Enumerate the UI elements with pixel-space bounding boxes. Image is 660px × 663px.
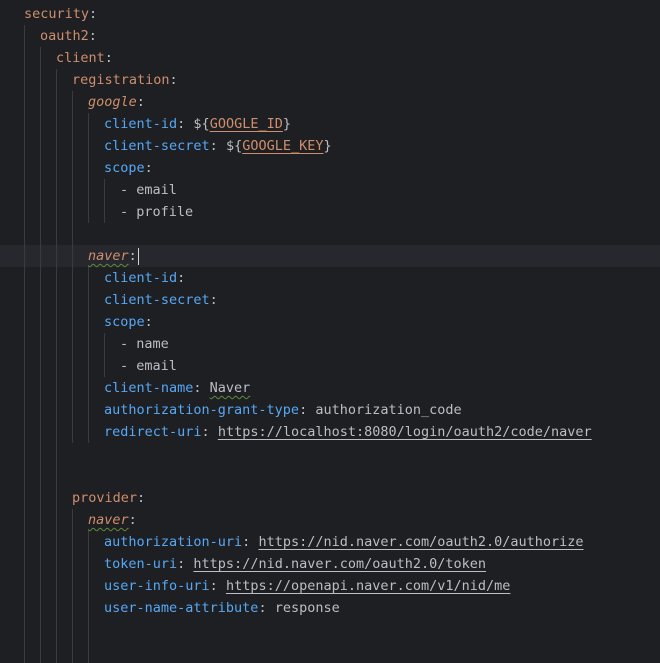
- env-var-google-id: GOOGLE_ID: [209, 116, 283, 132]
- authorization-uri-link[interactable]: https://nid.naver.com/oauth2.0/authorize: [258, 534, 583, 550]
- yaml-line-security: security:: [24, 6, 98, 22]
- indent-guide: [88, 531, 89, 663]
- yaml-line-naver-grant-type: authorization-grant-type: authorization_…: [104, 402, 462, 418]
- yaml-key-provider: provider: [72, 490, 138, 506]
- indent-guide: [24, 25, 25, 663]
- yaml-key-client: client: [56, 50, 105, 66]
- indent-guide: [72, 91, 73, 443]
- yaml-line-provider: provider:: [72, 490, 146, 506]
- yaml-line-naver-redirect-uri: redirect-uri: https://localhost:8080/log…: [104, 424, 592, 440]
- yaml-line-user-info-uri: user-info-uri: https://openapi.naver.com…: [104, 578, 511, 594]
- indent-guide: [88, 113, 89, 223]
- yaml-line-naver-client-name: client-name: Naver: [104, 380, 251, 396]
- yaml-line-user-name-attribute: user-name-attribute: response: [104, 600, 340, 616]
- client-name-value: Naver: [209, 380, 251, 396]
- yaml-key-oauth2: oauth2: [40, 28, 89, 44]
- token-uri-link[interactable]: https://nid.naver.com/oauth2.0/token: [193, 556, 486, 572]
- yaml-list-item: - profile: [120, 204, 194, 220]
- yaml-line-client: client:: [56, 50, 113, 66]
- user-info-uri-link[interactable]: https://openapi.naver.com/v1/nid/me: [226, 578, 510, 594]
- yaml-key-naver: naver: [88, 248, 129, 264]
- code-editor[interactable]: security: oauth2: client: registration: …: [0, 0, 660, 663]
- yaml-line-google: google:: [88, 94, 145, 110]
- yaml-key-security: security: [24, 6, 90, 22]
- indent-guide: [104, 333, 105, 377]
- yaml-line-google-client-secret: client-secret: ${GOOGLE_KEY}: [104, 138, 332, 154]
- env-var-google-key: GOOGLE_KEY: [242, 138, 324, 154]
- yaml-line-google-client-id: client-id: ${GOOGLE_ID}: [104, 116, 291, 132]
- yaml-key-google: google: [88, 94, 137, 110]
- yaml-key-scope: scope: [104, 160, 145, 176]
- yaml-list-item: - email: [120, 358, 177, 374]
- redirect-uri-link[interactable]: https://localhost:8080/login/oauth2/code…: [218, 424, 592, 440]
- yaml-list-item: - name: [120, 336, 169, 352]
- yaml-line-naver-client-id: client-id:: [104, 270, 186, 286]
- yaml-line-token-uri: token-uri: https://nid.naver.com/oauth2.…: [104, 556, 487, 572]
- indent-guide: [40, 47, 41, 663]
- yaml-key-client-secret: client-secret: [104, 138, 210, 154]
- indent-guide: [88, 267, 89, 443]
- indent-guide: [104, 179, 105, 223]
- indent-guide: [56, 69, 57, 663]
- yaml-line-naver: naver:: [88, 247, 139, 265]
- yaml-line-oauth2: oauth2:: [40, 28, 97, 44]
- yaml-list-item: - email: [120, 182, 177, 198]
- indent-guide: [72, 509, 73, 663]
- yaml-key-client-id: client-id: [104, 116, 178, 132]
- yaml-line-authorization-uri: authorization-uri: https://nid.naver.com…: [104, 534, 584, 550]
- yaml-key-registration: registration: [72, 72, 170, 88]
- yaml-line-naver-client-secret: client-secret:: [104, 292, 218, 308]
- yaml-line-provider-naver: naver:: [88, 512, 137, 528]
- yaml-line-registration: registration:: [72, 72, 178, 88]
- yaml-line-naver-scope: scope:: [104, 314, 153, 330]
- yaml-line-google-scope: scope:: [104, 160, 153, 176]
- text-caret: [137, 247, 139, 265]
